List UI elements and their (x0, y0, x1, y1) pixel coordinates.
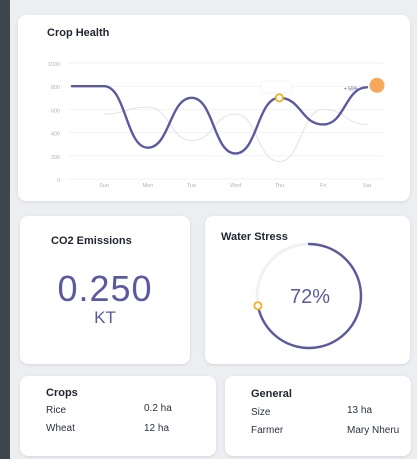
x-tick-label: Thu (275, 183, 284, 189)
crop-row-label: Rice (46, 405, 67, 416)
y-tick-label: 600 (51, 108, 60, 114)
tooltip-box (261, 80, 292, 94)
x-tick-label: Tue (187, 183, 196, 189)
crops-card: Crops Rice 0.2 ha Wheat 12 ha (20, 376, 216, 456)
general-row-label: Size (251, 407, 271, 418)
co2-emissions-card: CO2 Emissions 0.250 KT (20, 216, 190, 364)
crop-health-card: Crop Health 0 200 400 600 800 1000 Sun Mon Tue We… (18, 15, 410, 201)
co2-unit: KT (94, 308, 116, 327)
left-sidebar-rail (0, 0, 10, 459)
y-tick-label: 400 (51, 132, 60, 138)
y-tick-label: 800 (51, 85, 60, 91)
dashboard: Crop Health 0 200 400 600 800 1000 Sun Mon Tue We… (0, 0, 417, 459)
x-tick-label: Sat (363, 183, 372, 189)
crop-row-value: 12 ha (144, 423, 170, 434)
data-point-marker[interactable] (274, 93, 284, 103)
series-line-primary (70, 84, 369, 155)
water-stress-value: 72% (289, 286, 331, 308)
gauge-end-marker (253, 301, 263, 311)
y-tick-label: 0 (57, 178, 60, 184)
general-title: General (251, 388, 292, 400)
crop-health-chart: 0 200 400 600 800 1000 Sun Mon Tue Wed Thu Fri Sat + … (48, 62, 385, 189)
x-tick-label: Mon (142, 183, 153, 189)
x-tick-label: Wed (230, 183, 241, 189)
co2-value: 0.250 (57, 268, 153, 309)
crop-row-label: Wheat (46, 423, 75, 434)
y-tick-label: 200 (51, 155, 60, 161)
general-card: General Size 13 ha Farmer Mary Nheru (225, 376, 411, 456)
x-tick-label: Sun (99, 183, 109, 189)
data-point-highlight[interactable] (369, 77, 385, 93)
water-stress-card: Water Stress 72% (205, 216, 410, 364)
general-row-value: Mary Nheru (347, 425, 400, 436)
data-label: + 59% (344, 86, 359, 92)
co2-title: CO2 Emissions (51, 235, 132, 247)
crop-row-value: 0.2 ha (144, 403, 172, 414)
general-row-label: Farmer (251, 425, 284, 436)
x-tick-label: Fri (320, 183, 326, 189)
general-row-value: 13 ha (347, 405, 373, 416)
y-tick-label: 1000 (48, 62, 60, 68)
crops-title: Crops (46, 387, 78, 399)
